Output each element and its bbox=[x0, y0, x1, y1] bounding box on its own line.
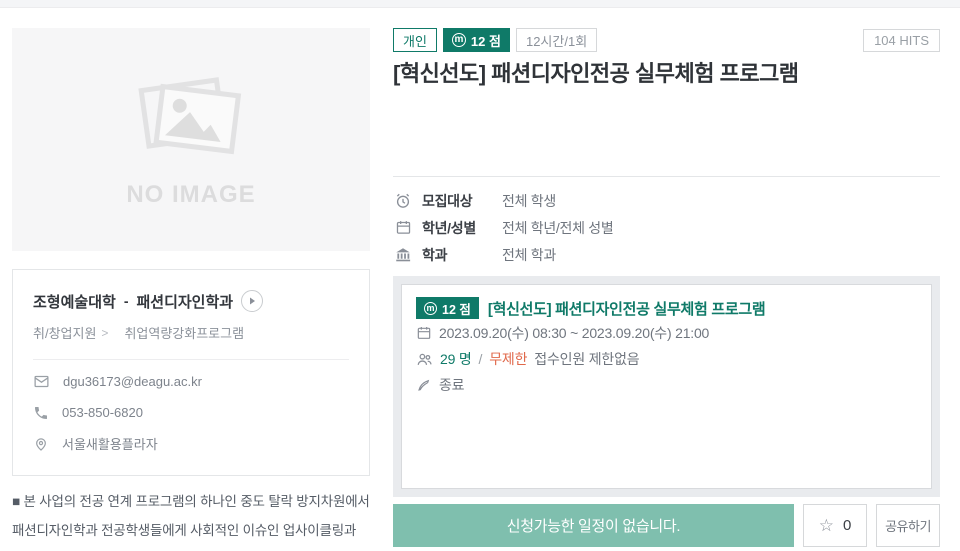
badge-duration-label: 12시간/1회 bbox=[526, 31, 587, 50]
no-image-icon bbox=[131, 71, 251, 167]
left-column: NO IMAGE 조형예술대학 - 패션디자인학과 취/창업지원 > 취업역량강… bbox=[12, 28, 370, 551]
org-separator: - bbox=[124, 293, 129, 309]
organization-card: 조형예술대학 - 패션디자인학과 취/창업지원 > 취업역량강화프로그램 bbox=[12, 269, 370, 476]
contact-email[interactable]: dgu36173@deagu.ac.kr bbox=[63, 374, 202, 389]
schedule-points-label: 12 점 bbox=[442, 299, 471, 318]
favorite-button[interactable]: ☆ 0 bbox=[803, 504, 867, 547]
card-divider bbox=[33, 359, 349, 360]
program-info-list: 모집대상 전체 학생 학년/성별 전체 학년/전체 성별 학과 bbox=[393, 187, 940, 268]
department-name: 패션디자인학과 bbox=[136, 291, 233, 312]
hits-counter: 104 HITS bbox=[863, 29, 940, 52]
organization-row: 조형예술대학 - 패션디자인학과 bbox=[33, 290, 349, 312]
bank-icon bbox=[393, 246, 413, 264]
mileage-icon: m bbox=[424, 302, 437, 315]
apply-button[interactable]: 신청가능한 일정이 없습니다. bbox=[393, 504, 794, 547]
alarm-clock-icon bbox=[393, 192, 413, 210]
schedule-date-range: 2023.09.20(수) 08:30 ~ 2023.09.20(수) 21:0… bbox=[439, 323, 709, 343]
capacity-unlimited: 무제한 bbox=[489, 349, 527, 369]
info-label: 학년/성별 bbox=[422, 218, 502, 238]
right-column: 개인 m 12 점 12시간/1회 104 HITS [혁신선도] 패션디자인전… bbox=[393, 28, 940, 551]
no-image-label: NO IMAGE bbox=[126, 181, 255, 209]
program-detail-page: NO IMAGE 조형예술대학 - 패션디자인학과 취/창업지원 > 취업역량강… bbox=[0, 8, 960, 551]
info-label: 모집대상 bbox=[422, 191, 502, 211]
mail-icon bbox=[33, 373, 50, 390]
people-icon bbox=[416, 351, 433, 368]
info-row-target: 모집대상 전체 학생 bbox=[393, 187, 940, 214]
pen-icon bbox=[416, 377, 432, 393]
share-button[interactable]: 공유하기 bbox=[876, 504, 940, 547]
action-bar: 신청가능한 일정이 없습니다. ☆ 0 공유하기 bbox=[393, 504, 940, 547]
program-description: ■ 본 사업의 전공 연계 프로그램의 하나인 중도 탈락 방지차원에서 패션디… bbox=[12, 487, 370, 551]
breadcrumb: 취/창업지원 > 취업역량강화프로그램 bbox=[33, 323, 349, 342]
mileage-icon: m bbox=[452, 33, 466, 47]
schedule-panel: m 12 점 [혁신선도] 패션디자인전공 실무체험 프로그램 2023.09.… bbox=[393, 276, 940, 497]
program-image-placeholder: NO IMAGE bbox=[12, 28, 370, 251]
contact-email-row: dgu36173@deagu.ac.kr bbox=[33, 366, 349, 397]
star-icon: ☆ bbox=[819, 517, 834, 534]
schedule-status-row: 종료 bbox=[416, 372, 917, 398]
breadcrumb-program-type[interactable]: 취업역량강화프로그램 bbox=[124, 323, 244, 342]
info-value: 전체 학생 bbox=[502, 191, 556, 211]
schedule-card-header: m 12 점 [혁신선도] 패션디자인전공 실무체험 프로그램 bbox=[416, 296, 917, 320]
expand-play-button[interactable] bbox=[241, 290, 263, 312]
college-name: 조형예술대학 bbox=[33, 291, 116, 312]
contact-phone-row: 053-850-6820 bbox=[33, 397, 349, 428]
badge-personal: 개인 bbox=[393, 28, 437, 52]
contact-phone[interactable]: 053-850-6820 bbox=[62, 405, 143, 420]
badges-row: 개인 m 12 점 12시간/1회 104 HITS bbox=[393, 28, 940, 52]
schedule-card[interactable]: m 12 점 [혁신선도] 패션디자인전공 실무체험 프로그램 2023.09.… bbox=[401, 284, 932, 489]
info-label: 학과 bbox=[422, 245, 502, 265]
info-row-grade-gender: 학년/성별 전체 학년/전체 성별 bbox=[393, 214, 940, 241]
capacity-count: 29 명 bbox=[440, 349, 472, 369]
chevron-right-icon: > bbox=[101, 326, 108, 340]
top-strip bbox=[0, 0, 960, 8]
schedule-status: 종료 bbox=[439, 375, 464, 395]
contact-location[interactable]: 서울새활용플라자 bbox=[62, 434, 158, 453]
capacity-note: 접수인원 제한없음 bbox=[534, 349, 639, 369]
badge-duration: 12시간/1회 bbox=[516, 28, 597, 52]
contact-location-row: 서울새활용플라자 bbox=[33, 428, 349, 459]
calendar-icon bbox=[416, 325, 432, 341]
badge-points-label: 12 점 bbox=[471, 31, 501, 50]
schedule-points-badge: m 12 점 bbox=[416, 297, 479, 319]
info-value: 전체 학년/전체 성별 bbox=[502, 218, 613, 238]
favorite-count: 0 bbox=[843, 517, 851, 534]
section-divider bbox=[393, 176, 940, 177]
capacity-separator: / bbox=[479, 351, 483, 367]
schedule-title: [혁신선도] 패션디자인전공 실무체험 프로그램 bbox=[488, 298, 766, 319]
breadcrumb-category[interactable]: 취/창업지원 bbox=[33, 323, 96, 342]
badge-personal-label: 개인 bbox=[403, 31, 427, 50]
info-value: 전체 학과 bbox=[502, 245, 556, 265]
location-pin-icon bbox=[33, 436, 49, 452]
page-title: [혁신선도] 패션디자인전공 실무체험 프로그램 bbox=[393, 60, 940, 88]
schedule-date-row: 2023.09.20(수) 08:30 ~ 2023.09.20(수) 21:0… bbox=[416, 320, 917, 346]
badge-mileage-points: m 12 점 bbox=[443, 28, 510, 52]
phone-icon bbox=[33, 405, 49, 421]
info-row-department: 학과 전체 학과 bbox=[393, 241, 940, 268]
calendar-icon bbox=[393, 219, 413, 236]
schedule-capacity-row: 29 명 / 무제한 접수인원 제한없음 bbox=[416, 346, 917, 372]
